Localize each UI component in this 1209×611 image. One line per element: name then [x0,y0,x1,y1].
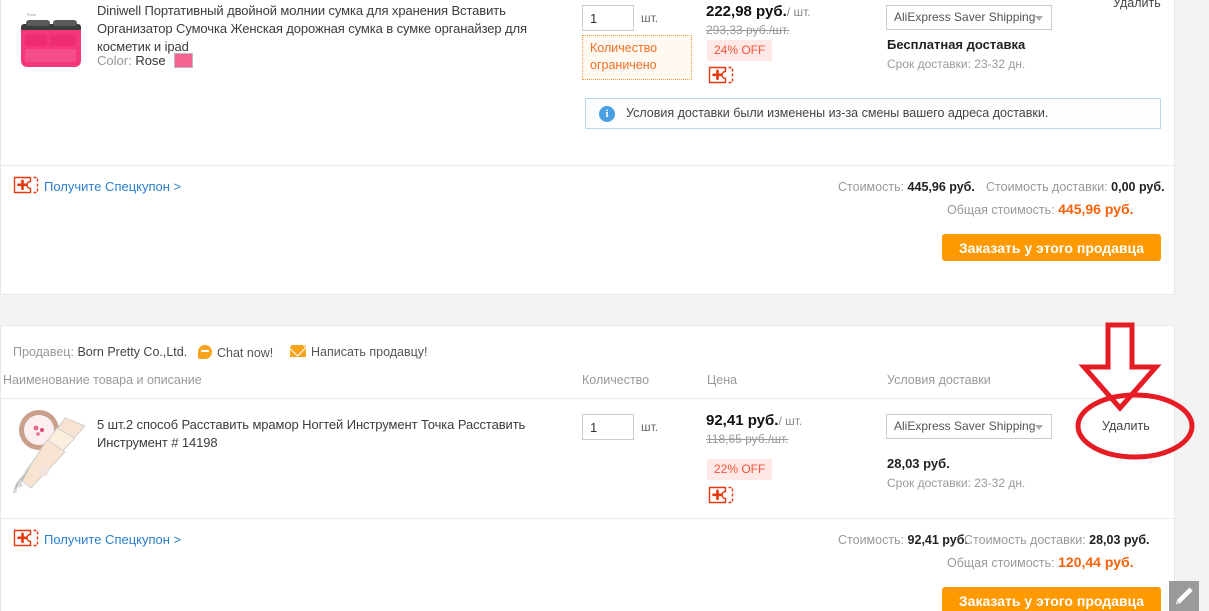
grand-total-label: Общая стоимость: [947,556,1055,570]
seller-label: Продавец: [13,345,74,359]
current-price: 92,41 руб./ шт. [706,412,802,429]
seller-info-row: Продавец: Born Pretty Co.,Ltd. [13,345,187,359]
chat-now-label: Chat now! [217,346,274,360]
quantity-unit: шт. [641,420,659,434]
order-from-seller-button[interactable]: Заказать у этого продавца [942,234,1161,261]
current-price: 222,98 руб./ шт. [706,3,811,20]
product-thumbnail[interactable]: Rose [13,2,89,78]
subtotal-label: Стоимость: [838,533,905,547]
get-coupon-link[interactable]: Получите Спецкупон > [44,179,181,194]
grand-total-label: Общая стоимость: [947,203,1055,217]
shipping-change-notice: i Условия доставки были изменены из-за с… [585,98,1161,129]
quantity-input[interactable] [582,5,634,31]
divider [1,518,1176,519]
chat-bubble-icon [198,345,212,359]
current-price-value: 92,41 руб. [706,412,779,429]
chat-now-button[interactable]: Chat now! [198,345,273,360]
shipping-method-label: AliExpress Saver Shipping [894,10,1036,24]
message-seller-label: Написать продавцу! [311,345,428,359]
chevron-down-icon [1035,425,1043,430]
info-icon: i [599,106,615,122]
product-title[interactable]: 5 шт.2 способ Расставить мрамор Ногтей И… [97,416,527,452]
shipping-total-label: Стоимость доставки: [986,180,1108,194]
seller-card-1: Rose Diniwell Портативный двойной молнии… [0,0,1176,295]
quantity-unit: шт. [641,11,659,25]
delivery-time: Срок доставки: 23-32 дн. [887,476,1026,490]
divider [1,398,1176,399]
original-price: 118,65 руб./шт. [706,432,789,446]
discount-badge: 22% OFF [707,459,773,480]
product-thumbnail[interactable] [9,408,95,494]
delivery-time: Срок доставки: 23-32 дн. [887,57,1026,71]
subtotal-value: 92,41 руб. [907,533,968,547]
attribute-value: Rose [135,53,166,68]
original-price: 293,33 руб./шт. [706,23,790,37]
shipping-method-select[interactable]: AliExpress Saver Shipping [886,414,1052,439]
svg-text:Rose: Rose [27,12,37,17]
product-title[interactable]: Diniwell Портативный двойной молнии сумк… [97,2,527,56]
shipping-cost: Бесплатная доставка [887,37,1026,52]
subtotal-row: Стоимость: 445,96 руб. [838,180,975,194]
coupon-ticket-icon[interactable] [708,66,734,84]
shipping-total-value: 0,00 руб. [1111,180,1165,194]
subtotal-label: Стоимость: [838,180,905,194]
subtotal-row: Стоимость: 92,41 руб. [838,533,968,547]
divider [1,165,1176,166]
coupon-ticket-icon[interactable] [708,486,734,504]
current-price-value: 222,98 руб. [706,3,787,20]
discount-badge: 24% OFF [707,40,773,61]
seller-name: Born Pretty Co.,Ltd. [77,345,188,359]
shopping-cart-page: Rose Diniwell Портативный двойной молнии… [0,0,1209,611]
column-header-name: Наименование товара и описание [3,373,202,387]
edit-fab-button[interactable] [1169,581,1199,611]
price-per-unit: / шт. [786,5,811,19]
order-from-seller-button[interactable]: Заказать у этого продавца [942,587,1161,611]
shipping-cost: 28,03 руб. [887,456,950,471]
coupon-ticket-icon[interactable] [13,176,39,194]
message-seller-button[interactable]: Написать продавцу! [290,345,428,359]
grand-total-value: 120,44 руб. [1058,554,1134,570]
shipping-total-row: Стоимость доставки: 28,03 руб. [964,533,1150,547]
column-header-shipping: Условия доставки [887,373,991,387]
product-attribute: Color: Rose [97,53,194,68]
quantity-input[interactable] [582,414,634,440]
price-per-unit: / шт. [778,414,803,428]
grand-total-row: Общая стоимость: 445,96 руб. [947,201,1134,217]
seller-card-2: Продавец: Born Pretty Co.,Ltd. Chat now!… [0,325,1176,611]
notice-text: Условия доставки были изменены из-за сме… [626,106,1049,120]
attribute-label: Color: [97,53,132,68]
color-swatch [174,53,194,68]
shipping-total-value: 28,03 руб. [1089,533,1150,547]
shipping-total-label: Стоимость доставки: [964,533,1086,547]
shipping-method-select[interactable]: AliExpress Saver Shipping [886,5,1052,30]
remove-item-link[interactable]: Удалить [1113,0,1161,10]
grand-total-row: Общая стоимость: 120,44 руб. [947,554,1134,570]
column-header-price: Цена [707,373,738,387]
subtotal-value: 445,96 руб. [907,180,975,194]
coupon-ticket-icon[interactable] [13,529,39,547]
get-coupon-link[interactable]: Получите Спецкупон > [44,532,181,547]
grand-total-value: 445,96 руб. [1058,201,1134,217]
remove-item-link[interactable]: Удалить [1102,419,1150,433]
column-header-quantity: Количество [582,373,650,387]
envelope-icon [290,345,306,357]
chevron-down-icon [1035,16,1043,21]
shipping-total-row: Стоимость доставки: 0,00 руб. [986,180,1165,194]
quantity-limit-notice: Количество ограничено [582,35,692,80]
shipping-method-label: AliExpress Saver Shipping [894,419,1036,433]
